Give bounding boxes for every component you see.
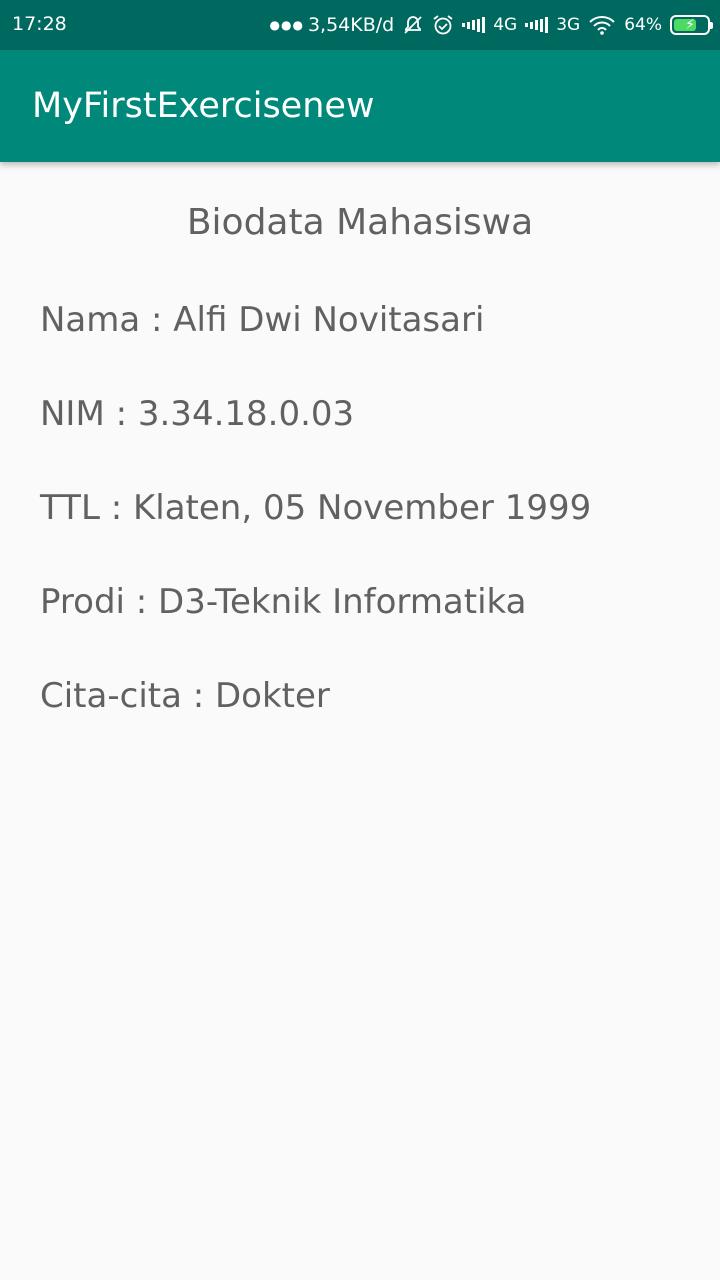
network-label-3g: 3G bbox=[556, 15, 581, 35]
mute-bell-icon bbox=[402, 14, 424, 36]
status-time: 17:28 bbox=[12, 13, 67, 35]
bio-item-nim: NIM : 3.34.18.0.03 bbox=[40, 394, 355, 434]
status-bar: 17:28 ●●● 3,54KB/d 4G 3G 64% ⚡ bbox=[0, 0, 720, 50]
battery-icon: ⚡ bbox=[670, 15, 713, 35]
wifi-icon bbox=[588, 14, 616, 36]
dots-icon: ●●● bbox=[269, 18, 304, 32]
page-heading: Biodata Mahasiswa bbox=[186, 202, 534, 243]
network-label-4g: 4G bbox=[493, 15, 518, 35]
bio-item-nama: Nama : Alfi Dwi Novitasari bbox=[40, 300, 485, 340]
app-title: MyFirstExercisenew bbox=[32, 86, 375, 126]
app-bar: MyFirstExercisenew bbox=[0, 50, 720, 162]
status-icons: ●●● 3,54KB/d 4G 3G 64% ⚡ bbox=[269, 0, 713, 50]
main-content: Biodata Mahasiswa Nama : Alfi Dwi Novita… bbox=[0, 162, 720, 1280]
signal-icon bbox=[462, 17, 486, 33]
bio-item-prodi: Prodi : D3-Teknik Informatika bbox=[40, 582, 527, 622]
battery-percent: 64% bbox=[624, 15, 662, 35]
signal-icon-2 bbox=[525, 17, 549, 33]
alarm-icon bbox=[432, 14, 454, 36]
bio-item-cita-cita: Cita-cita : Dokter bbox=[40, 676, 330, 716]
bio-item-ttl: TTL : Klaten, 05 November 1999 bbox=[40, 488, 592, 528]
network-speed: 3,54KB/d bbox=[307, 14, 395, 36]
